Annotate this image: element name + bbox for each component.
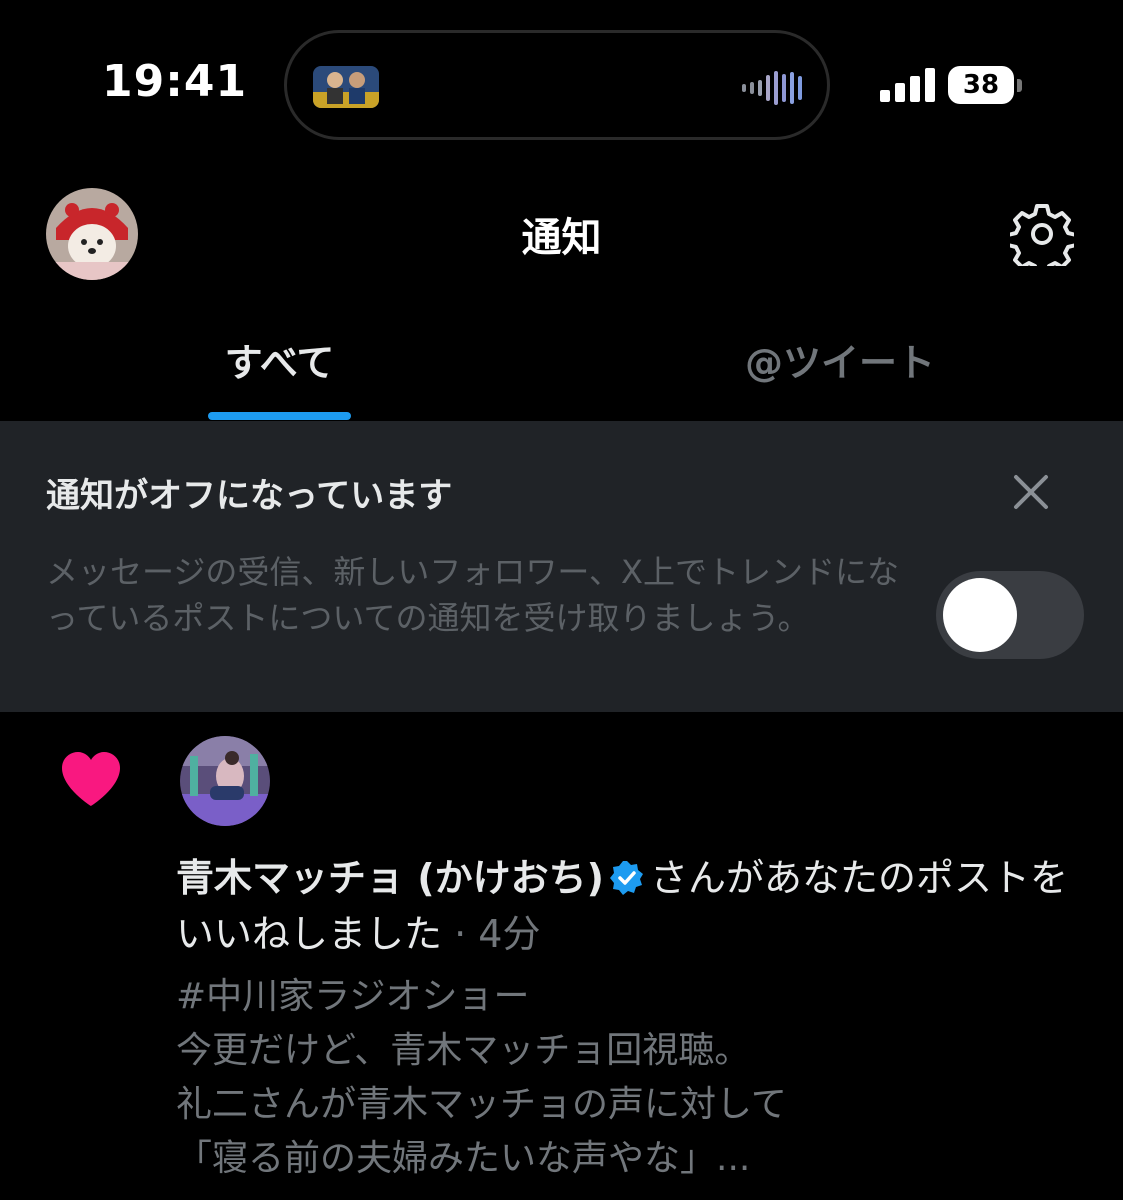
tweet-line: 今更だけど、青木マッチョ回視聴。 [176, 1030, 751, 1071]
page-title: 通知 [521, 215, 602, 261]
notifications-off-banner: 通知がオフになっています メッセージの受信、新しいフォロワー、X上でトレンドにな… [0, 421, 1123, 712]
tweet-line: 「寝る前の夫婦みたいな声やな」... [176, 1138, 751, 1179]
toggle-knob [943, 578, 1017, 652]
tweet-line: #中川家ラジオショー [176, 976, 530, 1017]
verified-badge-icon [609, 861, 643, 895]
tab-all[interactable]: すべて [208, 332, 351, 387]
settings-gear-icon[interactable] [1010, 202, 1074, 266]
now-playing-thumbnail [313, 66, 379, 108]
banner-description: メッセージの受信、新しいフォロワー、X上でトレンドになっているポストについての通… [46, 553, 899, 637]
notification-time: 4分 [478, 912, 541, 956]
audio-waveform-icon [742, 71, 802, 105]
tweet-line: 礼二さんが青木マッチョの声に対して [176, 1084, 787, 1125]
active-tab-indicator [208, 412, 351, 420]
heart-icon [62, 752, 120, 806]
notification-text: 青木マッチョ (かけおち) さんがあなたのポストをいいねしました · 4分 [176, 850, 1076, 962]
tweet-preview: #中川家ラジオショー 今更だけど、青木マッチョ回視聴。 礼二さんが青木マッチョの… [176, 970, 1096, 1186]
dynamic-island[interactable] [284, 30, 830, 140]
signal-icon [880, 68, 935, 102]
notifications-toggle[interactable] [936, 571, 1084, 659]
battery-level: 38 [948, 66, 1014, 104]
user-name[interactable]: 青木マッチョ (かけおち) [176, 856, 604, 900]
close-icon[interactable] [1010, 471, 1052, 513]
battery-icon: 38 [948, 66, 1024, 104]
separator: · [442, 912, 479, 956]
status-time: 19:41 [102, 56, 248, 107]
tab-mentions[interactable]: @ツイート [700, 332, 980, 387]
user-avatar[interactable] [180, 736, 270, 826]
banner-title: 通知がオフになっています [46, 476, 453, 516]
